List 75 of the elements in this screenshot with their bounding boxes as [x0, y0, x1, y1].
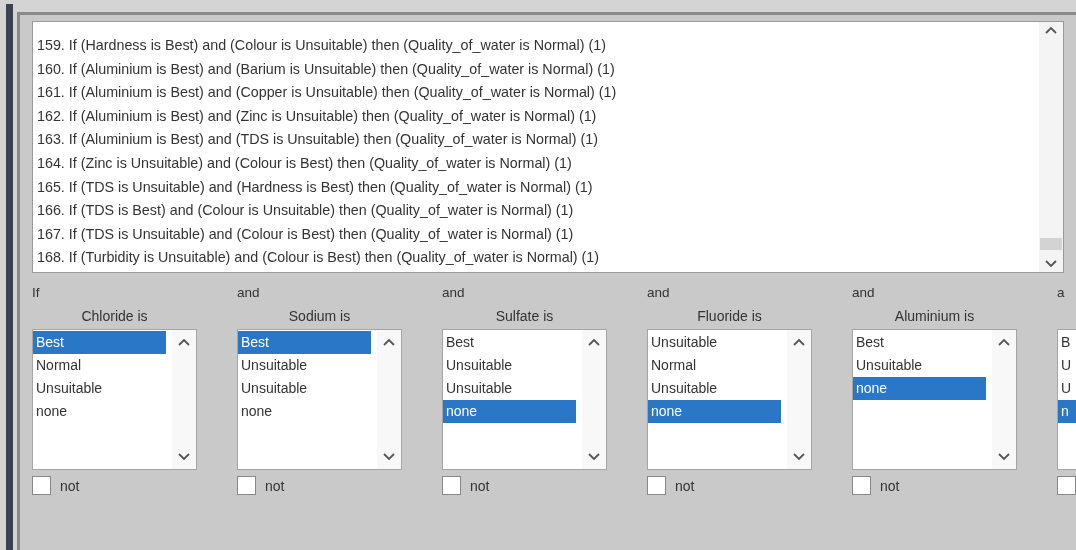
value-listbox[interactable]: Best Unsuitable Unsuitable none — [237, 329, 402, 470]
list-option[interactable]: Best — [238, 331, 371, 354]
list-option[interactable]: Unsuitable — [648, 377, 781, 400]
value-listbox[interactable]: Best Normal Unsuitable none — [32, 329, 197, 470]
list-option[interactable]: Unsuitable — [238, 354, 371, 377]
scroll-up-icon[interactable] — [383, 338, 395, 346]
scroll-down-icon[interactable] — [383, 453, 395, 461]
rule-item[interactable]: 159. If (Hardness is Best) and (Colour is Unsuitable) then (Quality_of_water is Normal) (1) — [37, 34, 1039, 58]
connector-label: and — [237, 285, 261, 302]
list-option[interactable]: Unsuitable — [33, 377, 166, 400]
list-option[interactable]: Unsuitable — [443, 354, 576, 377]
scroll-up-icon[interactable] — [998, 338, 1010, 346]
list-option[interactable]: none — [238, 400, 371, 423]
rule-item[interactable]: 160. If (Aluminium is Best) and (Barium is Unsuitable) then (Quality_of_water is Normal) (1) — [37, 57, 1039, 82]
not-label: not — [470, 477, 490, 494]
scrollbar-thumb[interactable] — [1040, 238, 1062, 250]
not-label: not — [880, 477, 900, 494]
connector-label: If — [32, 285, 41, 302]
scroll-up-icon[interactable] — [588, 338, 600, 346]
connector-label: and — [647, 285, 671, 302]
rule-item[interactable]: 163. If (Aluminium is Best) and (TDS is Unsuitable) then (Quality_of_water is Normal) (1) — [37, 128, 1039, 152]
list-option[interactable]: Best — [853, 331, 986, 354]
scroll-up-icon[interactable] — [1045, 26, 1057, 34]
condition-label: Sulfate is — [495, 307, 554, 326]
rule-item[interactable]: 166. If (TDS is Best) and (Colour is Unsuitable) then (Quality_of_water is Normal) (1) — [37, 199, 1039, 223]
list-option[interactable]: Unsuitable — [443, 377, 576, 400]
list-option[interactable]: Unsuitable — [238, 377, 371, 400]
scroll-down-icon[interactable] — [998, 453, 1010, 461]
list-option[interactable]: Normal — [648, 354, 781, 377]
rule-item[interactable]: 164. If (Zinc is Unsuitable) and (Colour is Best) then (Quality_of_water is Normal) (1) — [37, 151, 1039, 176]
not-checkbox[interactable] — [237, 476, 256, 495]
rules-list[interactable] — [32, 21, 1064, 273]
rule-item[interactable]: 167. If (TDS is Unsuitable) and (Colour is Best) then (Quality_of_water is Normal) (1) — [37, 222, 1039, 247]
list-option[interactable]: none — [33, 400, 166, 423]
not-checkbox[interactable] — [647, 476, 666, 495]
list-option[interactable]: Unsuitable — [853, 354, 986, 377]
value-listbox[interactable]: Best Unsuitable none — [852, 329, 1017, 470]
not-label: not — [60, 477, 80, 494]
list-option[interactable]: Unsuitable — [648, 331, 781, 354]
scroll-up-icon[interactable] — [793, 338, 805, 346]
connector-label: and — [852, 285, 876, 302]
rule-item[interactable]: 165. If (TDS is Unsuitable) and (Hardness is Best) then (Quality_of_water is Normal) (1) — [37, 175, 1039, 200]
connector-label: and — [442, 285, 466, 302]
scroll-up-icon[interactable] — [178, 338, 190, 346]
rule-item[interactable]: 161. If (Aluminium is Best) and (Copper is Unsuitable) then (Quality_of_water is Normal) (1) — [37, 81, 1039, 105]
condition-label: Chloride is — [81, 307, 148, 326]
list-option[interactable]: n — [1058, 400, 1076, 423]
list-option[interactable]: U — [1058, 354, 1076, 377]
list-option[interactable]: Best — [443, 331, 576, 354]
scroll-down-icon[interactable] — [793, 453, 805, 461]
not-checkbox[interactable] — [1057, 476, 1076, 495]
not-label: not — [265, 477, 285, 494]
list-option[interactable]: U — [1058, 377, 1076, 400]
value-listbox[interactable]: B U U n — [1057, 329, 1076, 470]
condition-label: Fluoride is — [697, 307, 762, 326]
not-checkbox[interactable] — [442, 476, 461, 495]
condition-label: Sodium is — [288, 307, 351, 326]
list-option[interactable]: B — [1058, 331, 1076, 354]
list-option[interactable]: none — [648, 400, 781, 423]
value-listbox[interactable]: Best Unsuitable Unsuitable none — [442, 329, 607, 470]
scroll-down-icon[interactable] — [1045, 260, 1057, 268]
list-option[interactable]: Normal — [33, 354, 166, 377]
connector-label: a — [1057, 285, 1066, 302]
not-label: not — [675, 477, 695, 494]
condition-label: Aluminium is — [894, 307, 975, 326]
not-checkbox[interactable] — [852, 476, 871, 495]
rule-item[interactable]: 162. If (Aluminium is Best) and (Zinc is Unsuitable) then (Quality_of_water is Normal) (1) — [37, 104, 1039, 129]
list-option[interactable]: Best — [33, 331, 166, 354]
list-option[interactable]: none — [853, 377, 986, 400]
scroll-down-icon[interactable] — [178, 453, 190, 461]
list-option[interactable]: none — [443, 400, 576, 423]
scroll-down-icon[interactable] — [588, 453, 600, 461]
value-listbox[interactable]: Unsuitable Normal Unsuitable none — [647, 329, 812, 470]
not-checkbox[interactable] — [32, 476, 51, 495]
rule-item[interactable]: 168. If (Turbidity is Unsuitable) and (Colour is Best) then (Quality_of_water is Normal) (1) — [37, 246, 1039, 270]
